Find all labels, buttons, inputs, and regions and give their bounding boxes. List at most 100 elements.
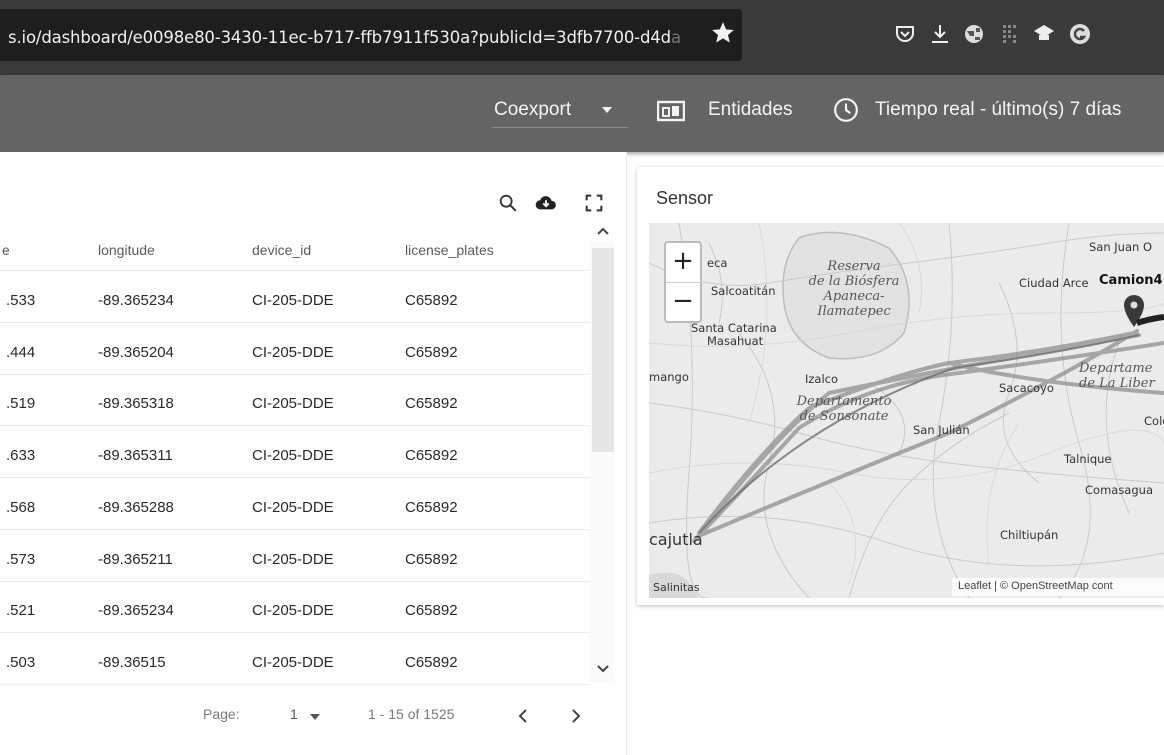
scroll-up-icon[interactable] bbox=[595, 224, 611, 238]
cell-latitude: .568 bbox=[6, 498, 36, 516]
cell-longitude: -89.365234 bbox=[98, 602, 174, 620]
widget-divider bbox=[626, 152, 627, 755]
map-place-label: mango bbox=[649, 370, 689, 384]
map-place-label: San Juan O bbox=[1089, 240, 1153, 254]
cell-device-id: CI-205-DDE bbox=[252, 550, 334, 568]
cell-device-id: CI-205-DDE bbox=[252, 447, 334, 465]
row-divider bbox=[0, 528, 590, 530]
cell-latitude: .519 bbox=[6, 395, 36, 413]
address-bar-url[interactable]: s.io/dashboard/e0098e80-3430-11ec-b717-f… bbox=[8, 28, 681, 47]
cell-latitude: .444 bbox=[6, 343, 36, 361]
map-zoom-control: + − bbox=[664, 241, 702, 323]
map-place-label: Salinitas bbox=[653, 581, 700, 594]
search-icon[interactable] bbox=[497, 192, 519, 214]
fullscreen-icon[interactable] bbox=[583, 192, 605, 214]
cell-latitude: .573 bbox=[6, 550, 36, 568]
map-region-label: Departame de La Liber bbox=[1079, 361, 1155, 391]
cell-license-plates: C65892 bbox=[405, 395, 458, 413]
page-range: 1 - 15 of 1525 bbox=[368, 706, 455, 722]
globe-extension-icon[interactable] bbox=[962, 22, 986, 46]
pocket-icon[interactable] bbox=[893, 22, 917, 46]
map-widget-title: Sensor bbox=[656, 188, 714, 208]
map-place-label: Izalco bbox=[805, 372, 839, 386]
row-divider bbox=[0, 477, 590, 479]
map-place-label: cajutla bbox=[649, 530, 703, 549]
cell-longitude: -89.365311 bbox=[98, 447, 173, 465]
cell-longitude: -89.365234 bbox=[98, 292, 174, 309]
scroll-down-icon[interactable] bbox=[595, 662, 611, 676]
grid-extension-icon[interactable] bbox=[998, 22, 1022, 46]
select-underline bbox=[492, 127, 628, 128]
cell-latitude: .533 bbox=[6, 292, 36, 309]
row-divider bbox=[0, 580, 590, 582]
grammarly-icon[interactable] bbox=[1068, 22, 1092, 46]
map-place-label: Sacacoyo bbox=[999, 381, 1054, 395]
page-label: Page: bbox=[203, 706, 240, 722]
next-page-icon[interactable] bbox=[566, 707, 584, 725]
map-canvas[interactable]: eca Salcoatitán Santa Catarina Masahuat … bbox=[649, 223, 1164, 598]
map-place-label: Comasagua bbox=[1085, 483, 1153, 497]
dropdown-arrow-icon[interactable] bbox=[602, 107, 612, 113]
scrollbar-thumb[interactable] bbox=[592, 248, 614, 452]
download-icon[interactable] bbox=[928, 22, 952, 46]
address-bar[interactable]: s.io/dashboard/e0098e80-3430-11ec-b717-f… bbox=[0, 9, 742, 61]
map-region-label: Departamento de Sonsonate bbox=[796, 394, 892, 424]
map-place-label: Colo bbox=[1144, 414, 1164, 428]
cell-device-id: CI-205-DDE bbox=[252, 395, 334, 413]
cap-extension-icon[interactable] bbox=[1032, 22, 1056, 46]
cell-latitude: .521 bbox=[6, 602, 36, 620]
cell-license-plates: C65892 bbox=[405, 292, 458, 309]
map-place-label: Masahuat bbox=[707, 334, 764, 348]
row-divider bbox=[0, 322, 590, 323]
cell-longitude: -89.365288 bbox=[98, 498, 174, 516]
page-dropdown-icon[interactable] bbox=[308, 710, 322, 722]
cell-device-id: CI-205-DDE bbox=[252, 653, 334, 671]
timewindow-button[interactable]: Tiempo real - último(s) 7 días bbox=[875, 99, 1121, 121]
map-place-label: Ciudad Arce bbox=[1019, 276, 1089, 290]
map-place-label: eca bbox=[707, 256, 728, 270]
cell-license-plates: C65892 bbox=[405, 653, 458, 671]
cell-latitude: .633 bbox=[6, 447, 36, 465]
zoom-out-button[interactable]: − bbox=[666, 283, 700, 321]
row-divider bbox=[0, 373, 590, 375]
cell-device-id: CI-205-DDE bbox=[252, 498, 334, 516]
map-place-label: Chiltiupán bbox=[1000, 528, 1059, 542]
page-select[interactable]: 1 bbox=[290, 706, 298, 722]
cell-device-id: CI-205-DDE bbox=[252, 343, 334, 361]
cell-license-plates: C65892 bbox=[405, 550, 458, 568]
dashboard-header: Coexport Entidades Tiempo real - último(… bbox=[0, 75, 1164, 152]
map-place-label: Talnique bbox=[1064, 452, 1112, 466]
cell-latitude: .503 bbox=[6, 653, 36, 671]
column-header-latitude[interactable]: e bbox=[2, 242, 10, 258]
entities-button[interactable]: Entidades bbox=[708, 99, 793, 121]
customer-select[interactable]: Coexport bbox=[494, 99, 571, 121]
cell-longitude: -89.365318 bbox=[98, 395, 174, 413]
cell-device-id: CI-205-DDE bbox=[252, 602, 334, 620]
cloud-download-icon[interactable] bbox=[535, 192, 557, 214]
column-header-device-id[interactable]: device_id bbox=[252, 242, 311, 258]
cell-license-plates: C65892 bbox=[405, 447, 458, 465]
map-place-label: Santa Catarina bbox=[691, 321, 777, 335]
map-place-label: San Julián bbox=[913, 423, 970, 437]
clock-icon[interactable] bbox=[833, 97, 859, 123]
cell-longitude: -89.365204 bbox=[98, 343, 174, 361]
map-place-label: Salcoatitán bbox=[711, 284, 776, 298]
cell-longitude: -89.36515 bbox=[98, 653, 166, 671]
entities-icon[interactable] bbox=[657, 100, 685, 122]
cell-license-plates: C65892 bbox=[405, 498, 458, 516]
map-attribution[interactable]: Leaflet | © OpenStreetMap cont bbox=[952, 578, 1164, 596]
row-divider bbox=[0, 425, 590, 427]
browser-toolbar: s.io/dashboard/e0098e80-3430-11ec-b717-f… bbox=[0, 0, 1164, 75]
cell-license-plates: C65892 bbox=[405, 602, 458, 620]
row-divider bbox=[0, 683, 590, 685]
previous-page-icon[interactable] bbox=[515, 707, 533, 725]
cell-device-id: CI-205-DDE bbox=[252, 292, 334, 309]
marker-label: Camion4 bbox=[1099, 273, 1163, 288]
table-header-divider bbox=[0, 270, 590, 271]
zoom-in-button[interactable]: + bbox=[666, 243, 700, 281]
bookmark-star-icon[interactable] bbox=[710, 20, 736, 46]
column-header-license-plates[interactable]: license_plates bbox=[405, 242, 494, 258]
map-region-label: Reserva de la Biósfera Apaneca- Ilamatep… bbox=[808, 259, 900, 319]
column-header-longitude[interactable]: longitude bbox=[98, 242, 155, 258]
cell-longitude: -89.365211 bbox=[98, 550, 173, 568]
